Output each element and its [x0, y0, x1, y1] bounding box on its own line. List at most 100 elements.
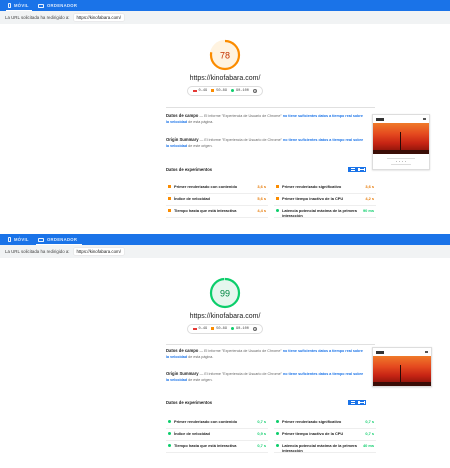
url-notice-label: La URL solicitada ha redirigido a: [5, 249, 70, 254]
metric-value: 3,6 s [365, 184, 374, 189]
metric-row: Primer tiempo inactivo de la CPU 0,7 s [274, 429, 376, 441]
site-url: https://kinofabara.com/ [189, 313, 261, 320]
average-square-icon [276, 184, 279, 188]
origin-summary-section: Origin Summary — El informe "Experiencia… [166, 137, 364, 149]
score-header: 78 https://kinofabara.com/ 0–49 50–89 90… [0, 39, 450, 96]
legend-orange-label: 50–89 [216, 88, 227, 93]
tab-desktop[interactable]: ORDENADOR [38, 0, 77, 11]
score-value: 78 [220, 50, 230, 60]
pass-circle-icon [168, 419, 171, 423]
tab-mobile[interactable]: MÓVIL [8, 234, 29, 245]
metric-name: Tiempo hasta que está interactiva [174, 443, 237, 448]
active-tab-indicator [36, 243, 82, 245]
field-data-text: — El informe "Experiencia de Usuario de … [199, 349, 282, 353]
metric-name: Tiempo hasta que está interactiva [174, 208, 237, 213]
pass-circle-icon [276, 431, 279, 435]
list-view-toggle[interactable] [348, 400, 357, 405]
compact-view-toggle[interactable] [357, 167, 366, 172]
monitor-icon [38, 237, 44, 242]
legend-red-label: 0–49 [198, 88, 208, 93]
view-toggle [348, 167, 366, 172]
menu-icon [423, 118, 426, 120]
circle-icon [230, 327, 234, 331]
lab-data-title: Datos de experimentos [166, 167, 213, 172]
redirect-url[interactable]: https://kinofabara.com/ [73, 248, 124, 255]
legend-red: 0–49 [192, 326, 208, 331]
tower-shape [400, 132, 402, 150]
lab-data-title: Datos de experimentos [166, 400, 213, 405]
origin-summary-text-end: de este origen. [188, 143, 213, 148]
metric-name: Índice de velocidad [174, 196, 210, 201]
score-legend: 0–49 50–89 90–100 i [186, 324, 264, 334]
thumbnail-dots [377, 161, 425, 163]
lab-metrics: Primer renderizado con contenido 0,7 s Pri… [166, 417, 376, 453]
circle-icon [230, 89, 234, 93]
field-data-text-end: de esta página. [188, 119, 214, 124]
origin-summary-title: Origin Summary [166, 137, 199, 142]
list-icon [350, 168, 355, 171]
metric-row: Primer tiempo inactivo de la CPU 4,2 s [274, 194, 376, 206]
score-gauge: 78 [209, 39, 241, 71]
ground-shape [373, 150, 429, 154]
average-square-icon [168, 196, 171, 200]
tab-mobile-label: MÓVIL [14, 3, 29, 8]
legend-orange: 50–89 [211, 327, 227, 331]
metric-name: Primer tiempo inactivo de la CPU [282, 196, 344, 201]
field-data-text-end: de esta página. [188, 354, 214, 359]
metric-value: 0,7 s [257, 419, 266, 424]
metric-row: Tiempo hasta que está interactiva 0,7 s [166, 441, 268, 453]
legend-red: 0–49 [192, 88, 208, 93]
field-data-section: Datos de campo — El informe "Experiencia… [166, 113, 364, 125]
divider [166, 344, 375, 345]
legend-green: 90–100 [230, 327, 249, 331]
site-logo-icon [376, 350, 384, 354]
metric-value: 5,6 s [257, 196, 266, 201]
metric-value: 0,7 s [257, 443, 266, 448]
origin-summary-section: Origin Summary — El informe "Experiencia… [166, 371, 364, 383]
metric-row: Índice de velocidad 5,6 s [166, 194, 268, 206]
legend-orange-label: 50–89 [216, 326, 227, 331]
legend-red-label: 0–49 [198, 326, 208, 331]
average-square-icon [276, 196, 279, 200]
pass-circle-icon [276, 443, 279, 447]
metric-value: 4,4 s [257, 208, 266, 213]
page-screenshot-thumbnail [372, 347, 432, 387]
info-icon[interactable]: i [252, 326, 258, 331]
field-data-title: Datos de campo [166, 348, 199, 353]
info-icon[interactable]: i [252, 88, 258, 93]
metric-row: Primer renderizado significativo 3,6 s [274, 182, 376, 194]
origin-summary-text-end: de este origen. [188, 377, 213, 382]
square-icon [211, 327, 215, 331]
score-header: 99 https://kinofabara.com/ 0–49 50–89 90… [0, 277, 450, 334]
url-notice-label: La URL solicitada ha redirigido a: [5, 15, 70, 20]
metric-name: Índice de velocidad [174, 431, 210, 436]
site-logo-icon [376, 117, 384, 121]
text-line [391, 164, 411, 166]
tower-shape [400, 365, 402, 383]
metric-value: 0,7 s [365, 419, 374, 424]
origin-summary-text: — El informe "Experiencia de Usuario de … [199, 138, 282, 142]
compact-view-toggle[interactable] [357, 400, 366, 405]
metric-row: Latencia potencial máxima de la primera … [274, 441, 376, 453]
pass-circle-icon [168, 443, 171, 447]
divider [166, 107, 375, 108]
legend-green: 90–100 [230, 89, 249, 93]
metric-row: Primer renderizado significativo 0,7 s [274, 417, 376, 429]
active-tab-indicator [6, 9, 32, 11]
lab-data-header: Datos de experimentos [166, 167, 366, 172]
origin-summary-title: Origin Summary [166, 371, 199, 376]
menu-icon [425, 351, 428, 353]
hero-image [373, 123, 429, 154]
score-value: 99 [220, 288, 230, 298]
metric-value: 4,2 s [365, 196, 374, 201]
ground-shape [373, 382, 431, 386]
lab-data-header: Datos de experimentos [166, 400, 366, 405]
page-screenshot-thumbnail [372, 114, 430, 171]
metric-value: 0,9 s [257, 431, 266, 436]
metric-value: 0,7 s [365, 431, 374, 436]
phone-icon [8, 3, 11, 8]
list-view-toggle[interactable] [348, 167, 357, 172]
metric-name: Primer renderizado significativo [282, 419, 342, 424]
device-tab-bar: MÓVIL ORDENADOR [0, 234, 450, 245]
redirect-url[interactable]: https://kinofabara.com/ [73, 14, 124, 21]
